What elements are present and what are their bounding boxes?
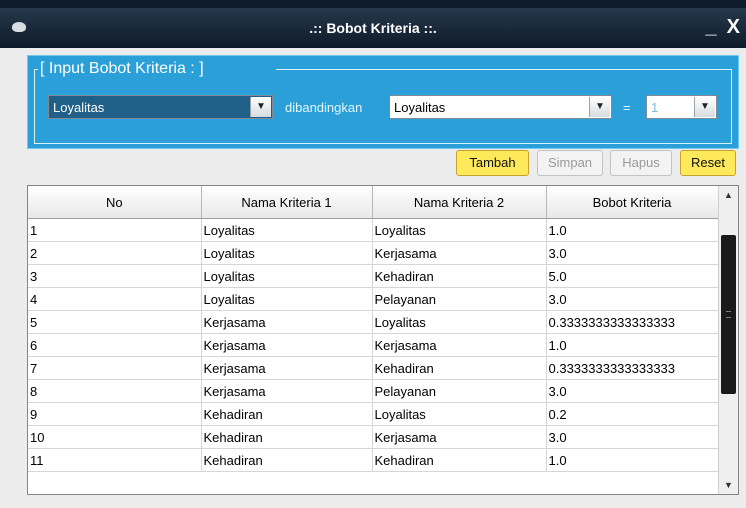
table-row[interactable]: 11 Kehadiran Kehadiran 1.0 [28,448,719,472]
tambah-button[interactable]: Tambah [456,150,529,176]
column-header[interactable]: Nama Kriteria 2 [372,186,547,219]
weight-value: 1 [651,100,659,115]
table-cell: 3 [28,264,202,288]
table-cell: Kerjasama [201,333,373,357]
table-cell: Kehadiran [201,425,373,449]
table-cell: Loyalitas [201,264,373,288]
compare-label: dibandingkan [285,100,363,115]
window-title: .:: Bobot Kriteria ::. [309,20,437,36]
table-cell: 7 [28,356,202,380]
table-cell: Kehadiran [372,356,547,380]
table-cell: Pelayanan [372,287,547,311]
table-cell: Kehadiran [201,448,373,472]
column-header[interactable]: Bobot Kriteria [546,186,719,219]
table-cell: 1.0 [546,218,719,242]
table-cell: Kerjasama [201,356,373,380]
table-cell: Kerjasama [372,425,547,449]
table-cell: Kerjasama [201,310,373,334]
table-cell: Loyalitas [372,218,547,242]
table-cell: Loyalitas [201,287,373,311]
table-cell: 1.0 [546,333,719,357]
table-cell: Kehadiran [372,448,547,472]
table-cell: 2 [28,241,202,265]
title-bar[interactable]: .:: Bobot Kriteria ::. _ X [0,8,746,48]
reset-button[interactable]: Reset [680,150,736,176]
column-header[interactable]: Nama Kriteria 1 [201,186,373,219]
table-cell: 8 [28,379,202,403]
table-row[interactable]: 8 Kerjasama Pelayanan 3.0 [28,379,719,403]
table-cell: Kehadiran [372,264,547,288]
column-header[interactable]: No [28,186,202,219]
table-row[interactable]: 3 Loyalitas Kehadiran 5.0 [28,264,719,288]
criteria2-select[interactable]: Loyalitas ▼ [389,95,612,119]
table-cell: Kerjasama [201,379,373,403]
criteria1-value: Loyalitas [53,100,105,115]
top-strip [0,0,746,8]
table-cell: 10 [28,425,202,449]
table-row[interactable]: 9 Kehadiran Loyalitas 0.2 [28,402,719,426]
table-cell: Loyalitas [372,310,547,334]
table-row[interactable]: 6 Kerjasama Kerjasama 1.0 [28,333,719,357]
table-cell: Loyalitas [201,218,373,242]
table-row[interactable]: 2 Loyalitas Kerjasama 3.0 [28,241,719,265]
scroll-thumb[interactable] [721,235,736,394]
table-row[interactable]: 7 Kerjasama Kehadiran 0.3333333333333333 [28,356,719,380]
vertical-scrollbar[interactable]: ▲ ▼ [718,186,738,494]
minimize-button[interactable]: _ [706,16,717,39]
weight-select[interactable]: 1 ▼ [646,95,717,119]
table-row[interactable]: 5 Kerjasama Loyalitas 0.3333333333333333 [28,310,719,334]
criteria2-value: Loyalitas [394,100,446,115]
scroll-down-icon[interactable]: ▼ [721,476,736,494]
table-cell: 0.3333333333333333 [546,310,719,334]
criteria1-select[interactable]: Loyalitas ▼ [48,95,273,119]
grip-icon [726,311,731,318]
table-cell: 3.0 [546,287,719,311]
table-cell: 3.0 [546,379,719,403]
scroll-up-icon[interactable]: ▲ [721,186,736,204]
table-cell: 6 [28,333,202,357]
table-cell: Loyalitas [372,402,547,426]
table-cell: 5.0 [546,264,719,288]
table-cell: Kerjasama [372,241,547,265]
panel-legend: [ Input Bobot Kriteria : ] [38,59,206,79]
window-controls: _ X [706,16,740,39]
table-cell: 11 [28,448,202,472]
table-row[interactable]: 1 Loyalitas Loyalitas 1.0 [28,218,719,242]
table-cell: 3.0 [546,241,719,265]
table-cell: 5 [28,310,202,334]
chevron-down-icon[interactable]: ▼ [589,97,610,117]
table-cell: Kerjasama [372,333,547,357]
close-button[interactable]: X [727,16,740,39]
table-cell: 1 [28,218,202,242]
table-cell: Kehadiran [201,402,373,426]
equals-sign: = [623,100,631,115]
table-header: No Nama Kriteria 1 Nama Kriteria 2 Bobot Kr… [28,186,719,219]
table-row[interactable]: 4 Loyalitas Pelayanan 3.0 [28,287,719,311]
table-cell: 3.0 [546,425,719,449]
table-row[interactable]: 10 Kehadiran Kerjasama 3.0 [28,425,719,449]
simpan-button[interactable]: Simpan [537,150,603,176]
chevron-down-icon[interactable]: ▼ [694,97,715,117]
table-cell: Loyalitas [201,241,373,265]
table-cell: 1.0 [546,448,719,472]
table-cell: 0.3333333333333333 [546,356,719,380]
input-bobot-panel: [ Input Bobot Kriteria : ] Loyalitas ▼ d… [27,55,739,149]
table-cell: 4 [28,287,202,311]
table-cell: 9 [28,402,202,426]
table-cell: 0.2 [546,402,719,426]
criteria-table[interactable]: No Nama Kriteria 1 Nama Kriteria 2 Bobot Kr… [27,185,739,495]
criteria-table-grid: No Nama Kriteria 1 Nama Kriteria 2 Bobot Kr… [28,186,719,472]
hapus-button[interactable]: Hapus [610,150,672,176]
table-cell: Pelayanan [372,379,547,403]
chevron-down-icon[interactable]: ▼ [250,97,271,117]
